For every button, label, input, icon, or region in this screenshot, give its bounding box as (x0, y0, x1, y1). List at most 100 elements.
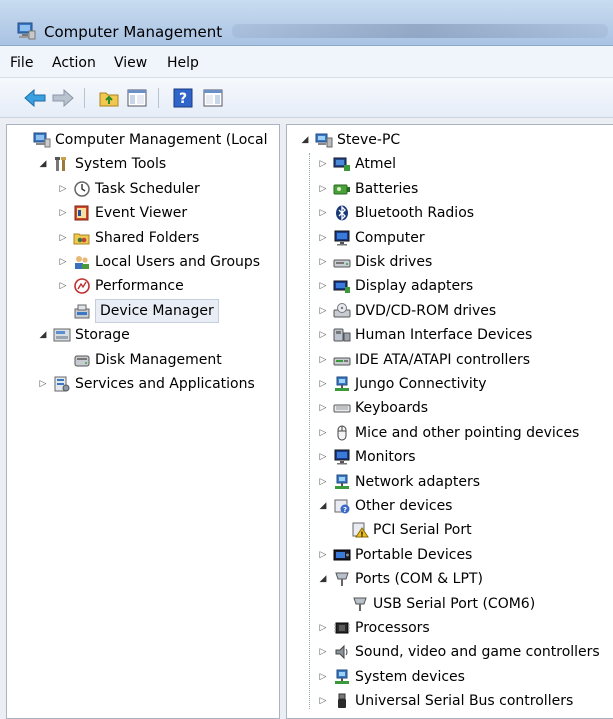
expand-icon[interactable]: ▷ (317, 251, 329, 273)
console-tree-pane[interactable]: Computer Management (Local ◢ System Tools ▷… (6, 124, 280, 719)
device-tree-row[interactable]: ▷ IDE ATA/ATAPI controllers (287, 349, 613, 371)
console-tree-label[interactable]: Local Users and Groups (95, 251, 260, 273)
device-tree-label[interactable]: Other devices (355, 495, 452, 517)
console-tree-label[interactable]: Services and Applications (75, 373, 255, 395)
console-tree-row[interactable]: ◢ System Tools (7, 153, 279, 175)
console-tree-label[interactable]: Shared Folders (95, 227, 199, 249)
expand-icon[interactable]: ▷ (317, 324, 329, 346)
device-tree-row[interactable]: ▷ Monitors (287, 446, 613, 468)
expand-icon[interactable]: ▷ (317, 373, 329, 395)
device-tree-label[interactable]: Portable Devices (355, 544, 472, 566)
device-tree-row[interactable]: ◢? Other devices (287, 495, 613, 517)
expand-icon[interactable]: ▷ (57, 251, 69, 273)
device-tree-row[interactable]: ▷ Display adapters (287, 275, 613, 297)
device-tree-label[interactable]: Jungo Connectivity (355, 373, 487, 395)
device-tree-row[interactable]: ▷ Bluetooth Radios (287, 202, 613, 224)
expand-icon[interactable]: ▷ (57, 202, 69, 224)
expand-icon[interactable]: ▷ (317, 641, 329, 663)
device-tree-label[interactable]: System devices (355, 666, 465, 688)
console-tree-row[interactable]: ▷ Local Users and Groups (7, 251, 279, 273)
console-tree-row[interactable]: ▷ Performance (7, 275, 279, 297)
device-tree-label[interactable]: Batteries (355, 178, 418, 200)
collapse-icon[interactable]: ◢ (299, 129, 311, 151)
expand-icon[interactable]: ▷ (317, 227, 329, 249)
device-tree-label[interactable]: Universal Serial Bus controllers (355, 690, 573, 712)
expand-icon[interactable]: ▷ (317, 446, 329, 468)
device-tree-label[interactable]: Disk drives (355, 251, 432, 273)
device-tree-row[interactable]: ▷ Disk drives (287, 251, 613, 273)
console-tree-label[interactable]: Device Manager (95, 298, 219, 323)
device-tree-row[interactable]: ▷ DVD/CD-ROM drives (287, 300, 613, 322)
expand-icon[interactable]: ▷ (317, 397, 329, 419)
device-tree-label[interactable]: Human Interface Devices (355, 324, 532, 346)
console-tree-row[interactable]: ▷ Services and Applications (7, 373, 279, 395)
device-tree-row[interactable]: ▷ Keyboards (287, 397, 613, 419)
device-tree-row[interactable]: ▷ Processors (287, 617, 613, 639)
device-tree-row[interactable]: ◢ Steve-PC (287, 129, 613, 151)
collapse-icon[interactable]: ◢ (317, 568, 329, 590)
expand-icon[interactable]: ▷ (317, 690, 329, 712)
device-tree-label[interactable]: Display adapters (355, 275, 473, 297)
title-bar[interactable]: Computer Management (0, 0, 613, 46)
device-tree-row[interactable]: ▷ Portable Devices (287, 544, 613, 566)
device-tree-row[interactable]: ! PCI Serial Port (287, 519, 613, 541)
forward-icon[interactable] (52, 87, 74, 109)
device-tree-row[interactable]: ▷ System devices (287, 666, 613, 688)
device-tree-row[interactable]: USB Serial Port (COM6) (287, 593, 613, 615)
collapse-icon[interactable]: ◢ (37, 153, 49, 175)
expand-icon[interactable]: ▷ (57, 275, 69, 297)
device-tree-label[interactable]: Keyboards (355, 397, 428, 419)
expand-icon[interactable]: ▷ (317, 153, 329, 175)
device-tree-row[interactable]: ▷ Atmel (287, 153, 613, 175)
device-tree-label[interactable]: PCI Serial Port (373, 519, 472, 541)
console-tree-label[interactable]: Event Viewer (95, 202, 187, 224)
console-tree-row[interactable]: ▷ Shared Folders (7, 227, 279, 249)
console-tree-label[interactable]: Task Scheduler (95, 178, 200, 200)
device-tree-label[interactable]: Monitors (355, 446, 416, 468)
console-tree-row[interactable]: ◢ Storage (7, 324, 279, 346)
help-icon[interactable]: ? (172, 87, 194, 109)
console-tree-row[interactable]: Device Manager (7, 298, 279, 323)
device-tree-label[interactable]: Steve-PC (337, 129, 400, 151)
console-tree-label[interactable]: Computer Management (Local (55, 129, 267, 151)
expand-icon[interactable]: ▷ (57, 178, 69, 200)
menu-action[interactable]: Action (52, 54, 96, 72)
back-icon[interactable] (24, 87, 46, 109)
device-tree-row[interactable]: ▷ Mice and other pointing devices (287, 422, 613, 444)
menu-file[interactable]: File (10, 54, 33, 72)
menu-help[interactable]: Help (167, 54, 199, 72)
device-tree-row[interactable]: ◢ Ports (COM & LPT) (287, 568, 613, 590)
device-tree-label[interactable]: Network adapters (355, 471, 480, 493)
device-tree-label[interactable]: Atmel (355, 153, 396, 175)
console-tree-label[interactable]: Storage (75, 324, 130, 346)
collapse-icon[interactable]: ◢ (37, 324, 49, 346)
device-tree-row[interactable]: ▷ Universal Serial Bus controllers (287, 690, 613, 712)
console-tree-row[interactable]: ▷ Task Scheduler (7, 178, 279, 200)
device-tree-label[interactable]: Bluetooth Radios (355, 202, 474, 224)
device-tree-pane[interactable]: ◢ Steve-PC ▷ Atmel ▷ Batteries ▷ Bluetooth Radi… (286, 124, 613, 719)
up-folder-icon[interactable] (98, 87, 120, 109)
device-tree-row[interactable]: ▷ Jungo Connectivity (287, 373, 613, 395)
device-tree-row[interactable]: ▷ Computer (287, 227, 613, 249)
expand-icon[interactable]: ▷ (57, 227, 69, 249)
device-tree-label[interactable]: Processors (355, 617, 430, 639)
device-tree-row[interactable]: ▷ Human Interface Devices (287, 324, 613, 346)
expand-icon[interactable]: ▷ (317, 544, 329, 566)
expand-icon[interactable]: ▷ (317, 471, 329, 493)
device-tree-label[interactable]: Computer (355, 227, 425, 249)
device-tree-label[interactable]: Ports (COM & LPT) (355, 568, 483, 590)
expand-icon[interactable]: ▷ (317, 666, 329, 688)
device-tree-label[interactable]: Sound, video and game controllers (355, 641, 600, 663)
properties-icon[interactable] (202, 87, 224, 109)
console-tree-label[interactable]: Disk Management (95, 349, 222, 371)
expand-icon[interactable]: ▷ (317, 300, 329, 322)
expand-icon[interactable]: ▷ (317, 178, 329, 200)
expand-icon[interactable]: ▷ (317, 617, 329, 639)
collapse-icon[interactable]: ◢ (317, 495, 329, 517)
console-tree-label[interactable]: System Tools (75, 153, 166, 175)
console-tree-row[interactable]: Disk Management (7, 349, 279, 371)
device-tree-row[interactable]: ▷ Network adapters (287, 471, 613, 493)
expand-icon[interactable]: ▷ (317, 202, 329, 224)
expand-icon[interactable]: ▷ (317, 275, 329, 297)
device-tree-row[interactable]: ▷ Sound, video and game controllers (287, 641, 613, 663)
